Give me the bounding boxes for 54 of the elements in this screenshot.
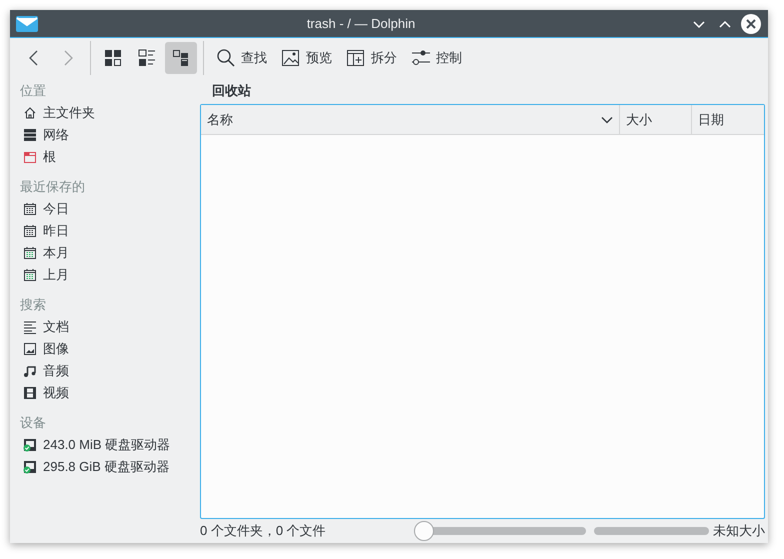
sliders-icon — [411, 48, 430, 68]
zoom-slider[interactable] — [414, 521, 586, 541]
column-header[interactable]: 名称 — [201, 105, 620, 135]
section-heading: 设备 — [20, 414, 47, 432]
icons-view-icon — [103, 48, 123, 68]
calendar-icon — [23, 246, 37, 260]
split-button[interactable]: 拆分 — [340, 42, 403, 74]
image-icon — [23, 342, 37, 356]
home-icon — [23, 106, 37, 120]
free-space-label: 未知大小 — [713, 522, 765, 540]
preview-button[interactable]: 预览 — [275, 42, 338, 74]
details-view-button[interactable] — [165, 42, 197, 74]
sidebar-item[interactable]: 主文件夹 — [20, 102, 200, 124]
sidebar-item[interactable]: 本月 — [20, 242, 200, 264]
sidebar-item[interactable]: 243.0 MiB 硬盘驱动器 — [20, 434, 200, 456]
document-lines-icon — [23, 320, 37, 334]
film-icon — [23, 386, 37, 400]
section-heading: 搜索 — [20, 296, 47, 314]
sidebar-item[interactable]: 今日 — [20, 198, 200, 220]
control-button[interactable]: 控制 — [405, 42, 468, 74]
drive-icon — [23, 438, 37, 452]
mail-icon — [16, 16, 38, 32]
compact-view-icon — [137, 48, 157, 68]
sidebar-item[interactable]: 昨日 — [20, 220, 200, 242]
image-icon — [281, 48, 300, 68]
split-view-icon — [346, 48, 365, 68]
sidebar-item[interactable]: 上月 — [20, 264, 200, 286]
drive-icon — [23, 460, 37, 474]
close-button[interactable] — [740, 12, 762, 34]
column-header[interactable]: 日期 — [692, 105, 764, 135]
window-title: trash - / — Dolphin — [306, 14, 416, 33]
calendar-icon — [23, 202, 37, 216]
location-label: 回收站 — [211, 82, 252, 100]
sidebar-item[interactable]: 文档 — [20, 316, 200, 338]
section-heading: 位置 — [20, 82, 47, 100]
music-note-icon — [23, 364, 37, 378]
calendar-icon — [23, 224, 37, 238]
folder-icon — [23, 150, 37, 164]
slider-handle[interactable] — [414, 521, 434, 541]
sidebar-item[interactable]: 图像 — [20, 338, 200, 360]
section-heading: 最近保存的 — [20, 178, 86, 196]
column-header[interactable]: 大小 — [620, 105, 692, 135]
search-button[interactable]: 查找 — [210, 42, 273, 74]
details-view-icon — [171, 48, 191, 68]
sidebar-item[interactable]: 视频 — [20, 382, 200, 404]
search-icon — [216, 48, 235, 68]
calendar-icon — [23, 268, 37, 282]
sidebar-item[interactable]: 网络 — [20, 124, 200, 146]
server-icon — [23, 128, 37, 142]
status-summary: 0 个文件夹，0 个文件 — [200, 522, 327, 540]
sidebar-item[interactable]: 音频 — [20, 360, 200, 382]
sidebar-item[interactable]: 根 — [20, 146, 200, 168]
sidebar-item[interactable]: 295.8 GiB 硬盘驱动器 — [20, 456, 200, 478]
close-icon — [741, 14, 761, 34]
